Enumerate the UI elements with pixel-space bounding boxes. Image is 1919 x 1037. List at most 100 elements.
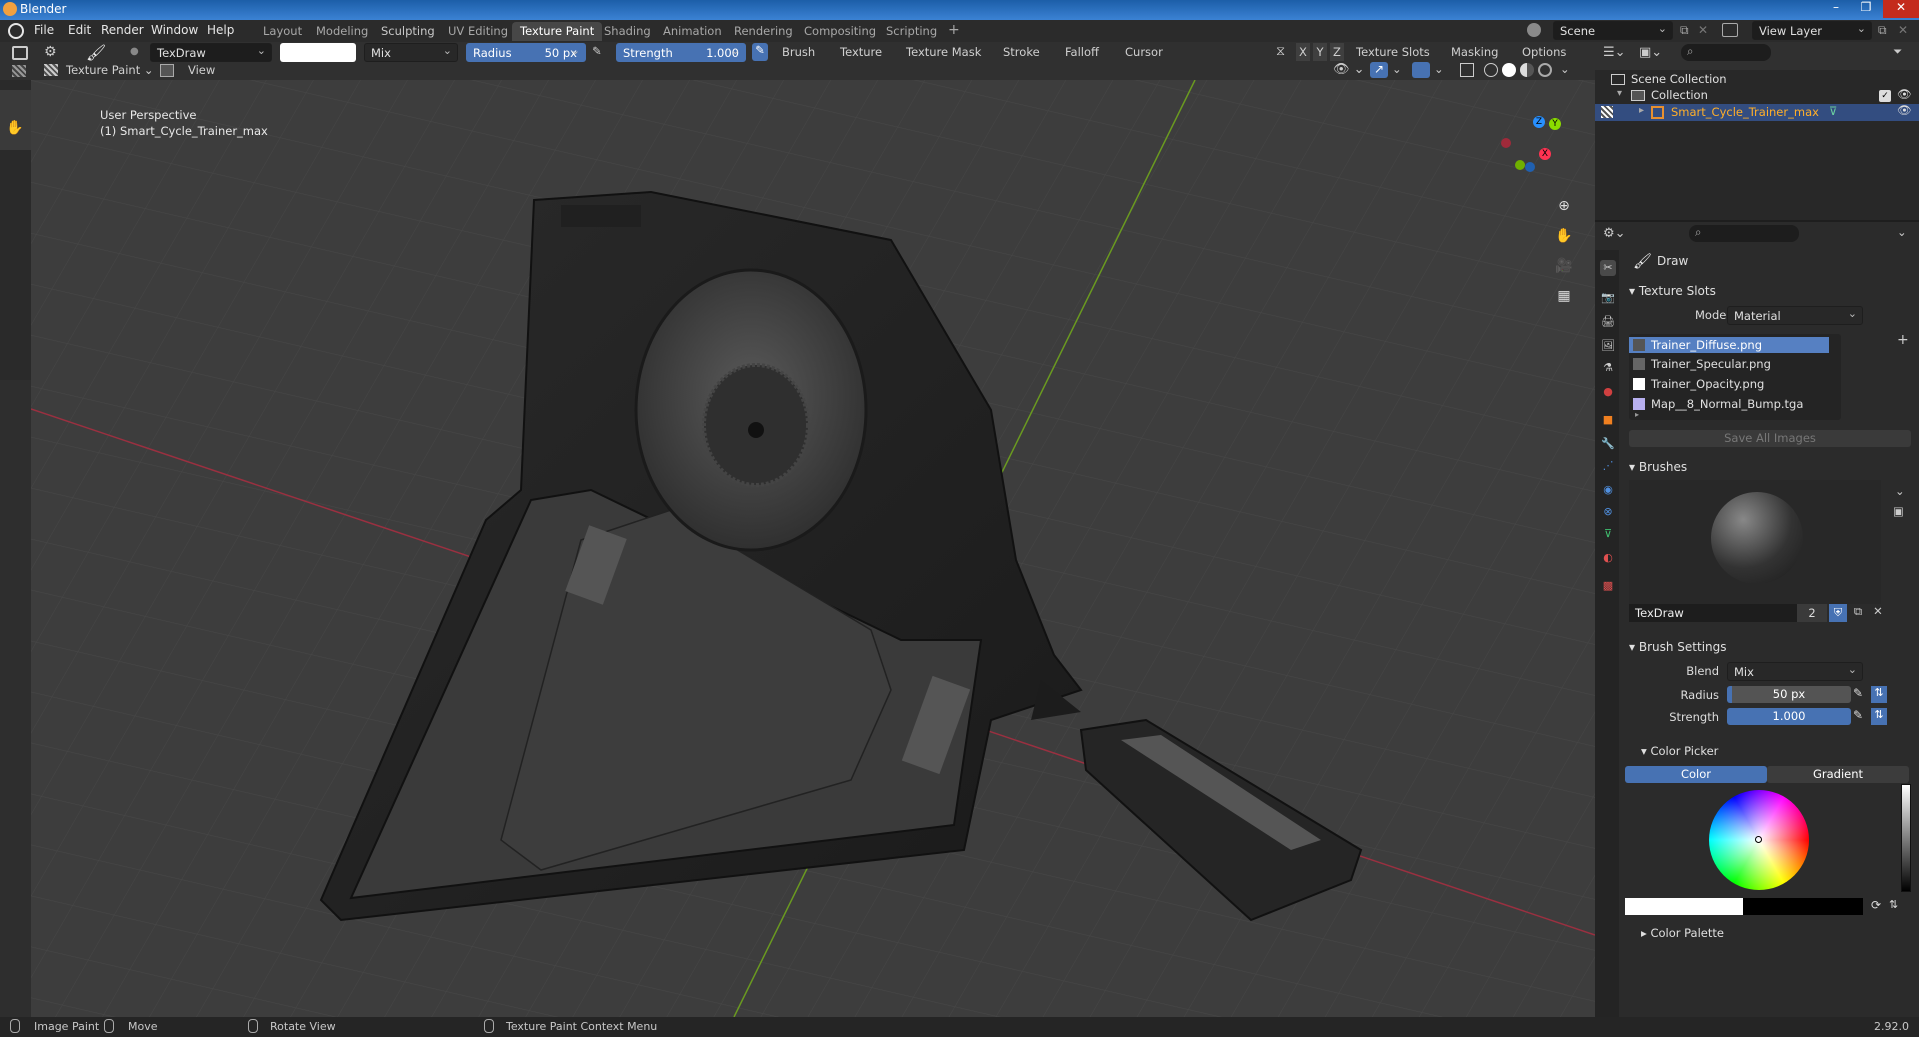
unlink-brush-icon[interactable]: ✕ (1869, 604, 1887, 622)
render-tab-icon[interactable]: 📷 (1600, 290, 1616, 306)
tab-compositing[interactable]: Compositing (796, 22, 884, 41)
value-slider[interactable] (1901, 784, 1911, 892)
gizmo-neg-z[interactable] (1525, 162, 1535, 172)
particles-tab-icon[interactable]: ⋰ (1600, 458, 1616, 474)
slot-mode-dropdown[interactable]: Material (1727, 306, 1863, 325)
falloff-menu[interactable]: Falloff (1065, 45, 1099, 59)
list-expand-icon[interactable]: ▸ (1635, 410, 1639, 419)
stroke-menu[interactable]: Stroke (1003, 45, 1040, 59)
collection-checkbox[interactable]: ✓ (1879, 90, 1891, 102)
brush-list-dropdown-icon[interactable]: ⌄ (1895, 484, 1905, 498)
menu-edit[interactable]: Edit (68, 23, 91, 37)
data-tab-icon[interactable]: ⊽ (1600, 526, 1616, 542)
color-wheel[interactable] (1709, 790, 1809, 890)
blender-menu-icon[interactable] (8, 23, 24, 39)
gizmo-toggle-icon[interactable]: ↗ (1370, 62, 1388, 78)
properties-options-icon[interactable]: ⌄ (1897, 225, 1907, 239)
tab-layout[interactable]: Layout (255, 22, 310, 41)
output-tab-icon[interactable]: 🖨 (1600, 314, 1616, 330)
fake-user-icon[interactable]: ⛨ (1829, 604, 1847, 622)
texture-mask-menu[interactable]: Texture Mask (906, 45, 981, 59)
brush-icon[interactable]: 🖌 (86, 43, 106, 62)
tab-texture-paint[interactable]: Texture Paint (512, 22, 603, 41)
texture-slot-item[interactable]: Map__8_Normal_Bump.tga (1629, 396, 1829, 412)
view-layer-icon[interactable] (1722, 23, 1738, 37)
strength-field[interactable]: Strength 1.000 (616, 43, 746, 62)
gizmo-dropdown-icon[interactable]: ⌄ (1392, 62, 1402, 76)
radius-field[interactable]: Radius 50 px (466, 43, 586, 62)
mode-dropdown[interactable]: Texture Paint ⌄ (66, 63, 154, 77)
pan-icon[interactable]: ✋ (1553, 228, 1575, 250)
brush-users-count[interactable]: 2 (1797, 604, 1827, 622)
color-options-icon[interactable]: ⇅ (1889, 898, 1905, 915)
collection-expand-icon[interactable]: ▾ (1617, 88, 1622, 99)
object-tab-icon[interactable]: ■ (1600, 412, 1616, 428)
view-menu[interactable]: View (188, 63, 215, 77)
mirror-x-toggle[interactable]: X (1296, 43, 1310, 61)
scene-icon[interactable] (1527, 23, 1541, 37)
material-shading-icon[interactable] (1520, 63, 1534, 77)
brush-radius-field[interactable]: 50 px (1727, 686, 1851, 703)
radius-pressure-icon[interactable]: ✎ (592, 44, 602, 58)
color-wheel-cursor[interactable] (1755, 836, 1762, 843)
navigation-gizmo[interactable]: X Y Z (1501, 116, 1571, 188)
texture-menu[interactable]: Texture (840, 45, 882, 59)
view-layer-tab-icon[interactable]: 🖼 (1600, 338, 1616, 354)
brush-image-icon[interactable]: ▣ (1893, 504, 1904, 518)
ortho-grid-icon[interactable]: ▦ (1553, 288, 1575, 310)
rendered-shading-icon[interactable] (1538, 63, 1552, 77)
duplicate-brush-icon[interactable]: ⧉ (1849, 604, 1867, 622)
brush-color-swatch[interactable] (280, 43, 356, 62)
face-mask-icon[interactable] (160, 64, 174, 77)
brush-name-field[interactable]: TexDraw (150, 43, 272, 62)
gradient-tab[interactable]: Gradient (1767, 766, 1909, 783)
overlay-dropdown-icon[interactable]: ⌄ (1434, 62, 1444, 76)
world-tab-icon[interactable]: ● (1600, 384, 1616, 400)
add-workspace-button[interactable]: + (940, 20, 968, 39)
maximize-icon[interactable]: ❐ (1853, 0, 1879, 18)
brush-preview-area[interactable] (1629, 480, 1881, 604)
tool-tab-icon[interactable]: ✂ (1600, 260, 1616, 276)
texture-slot-item[interactable]: Trainer_Diffuse.png (1629, 337, 1829, 353)
strength-pressure-icon[interactable]: ✎ (752, 43, 768, 61)
menu-file[interactable]: File (34, 23, 54, 37)
properties-search-input[interactable]: ⌕ (1689, 225, 1799, 242)
gizmo-z[interactable]: Z (1533, 116, 1545, 128)
cursor-menu[interactable]: Cursor (1125, 45, 1163, 59)
texture-slots-menu[interactable]: Texture Slots (1356, 45, 1430, 59)
outliner-search-input[interactable]: ⌕ (1681, 44, 1771, 61)
solid-shading-icon[interactable] (1502, 63, 1516, 77)
scene-tab-icon[interactable]: ⚗ (1600, 360, 1616, 376)
object-visibility-icon[interactable]: 👁 (1897, 103, 1912, 117)
color-tab[interactable]: Color (1625, 766, 1767, 783)
physics-tab-icon[interactable]: ◉ (1600, 482, 1616, 498)
collection-visibility-icon[interactable]: 👁 (1897, 87, 1912, 101)
object-label[interactable]: Smart_Cycle_Trainer_max (1671, 105, 1819, 119)
menu-window[interactable]: Window (151, 23, 198, 37)
texture-slot-item[interactable]: Trainer_Opacity.png (1629, 376, 1829, 392)
material-tab-icon[interactable]: ◐ (1600, 550, 1616, 566)
current-color-swatch[interactable] (1625, 898, 1743, 915)
gizmo-x[interactable]: X (1539, 148, 1551, 160)
brush-menu[interactable]: Brush (782, 45, 815, 59)
swap-colors-icon[interactable]: ⟳ (1871, 898, 1881, 912)
blend-mode-dropdown[interactable]: Mix (364, 43, 458, 62)
3d-viewport[interactable]: User Perspective (1) Smart_Cycle_Trainer… (31, 80, 1595, 1017)
scene-collection-label[interactable]: Scene Collection (1631, 72, 1727, 86)
view-layer-selector[interactable]: View Layer (1752, 21, 1872, 40)
gizmo-y[interactable]: Y (1549, 118, 1561, 130)
gizmo-neg-y[interactable] (1515, 160, 1525, 170)
mirror-z-toggle[interactable]: Z (1330, 43, 1344, 61)
color-palette-subpanel-header[interactable]: ▸ Color Palette (1641, 926, 1724, 940)
menu-help[interactable]: Help (207, 23, 234, 37)
modifier-tab-icon[interactable]: 🔧 (1600, 436, 1616, 452)
brush-settings-panel-header[interactable]: ▾ Brush Settings (1629, 640, 1727, 654)
delete-view-layer-icon[interactable]: ✕ (1898, 23, 1908, 37)
color-picker-subpanel-header[interactable]: ▾ Color Picker (1641, 744, 1718, 758)
collection-label[interactable]: Collection (1651, 88, 1708, 102)
new-scene-icon[interactable]: ⧉ (1680, 23, 1689, 38)
overlay-toggle-icon[interactable] (1412, 62, 1430, 78)
texture-tab-icon[interactable]: ▩ (1600, 578, 1616, 594)
tab-shading[interactable]: Shading (596, 22, 659, 41)
strength-pressure-toggle-icon[interactable]: ✎ (1853, 708, 1869, 725)
